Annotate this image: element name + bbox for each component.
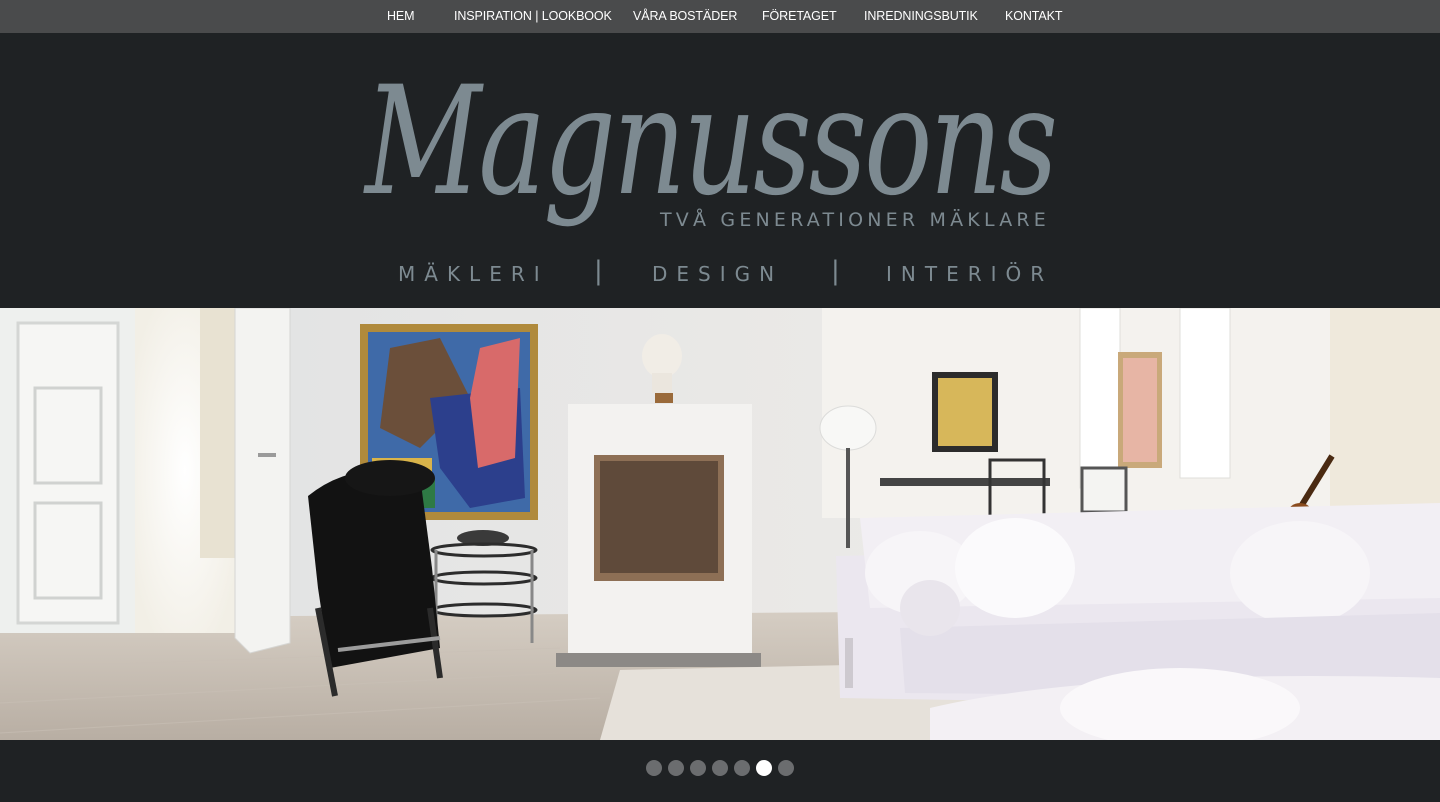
hero-slideshow [0,308,1440,740]
slide-dot-5[interactable] [734,760,750,776]
slide-dot-2[interactable] [668,760,684,776]
slide-dot-6-active[interactable] [756,760,772,776]
logo-service-makleri: MÄKLERI [398,262,549,286]
site-logo[interactable]: Magnussons TVÅ GENERATIONER MÄKLARE MÄKL… [360,33,1080,308]
slide-dot-4[interactable] [712,760,728,776]
logo-service-design: DESIGN [652,262,783,286]
nav-item-inredningsbutik[interactable]: INREDNINGSBUTIK [864,0,978,33]
nav-item-inspiration-lookbook[interactable]: INSPIRATION | LOOKBOOK [454,0,612,33]
slide-dot-1[interactable] [646,760,662,776]
logo-graphic: Magnussons TVÅ GENERATIONER MÄKLARE MÄKL… [363,55,1059,286]
slideshow-pagination [0,740,1440,802]
nav-item-foretaget[interactable]: FÖRETAGET [762,0,837,33]
nav-item-hem[interactable]: HEM [387,0,415,33]
logo-service-interior: INTERIÖR [886,262,1053,286]
logo-name: Magnussons [363,55,1055,229]
nav-item-kontakt[interactable]: KONTAKT [1005,0,1063,33]
logo-tagline: TVÅ GENERATIONER MÄKLARE [659,208,1050,231]
hero-image-living-room [0,308,1440,740]
logo-separator-1: | [594,256,603,286]
top-navigation: HEM INSPIRATION | LOOKBOOK VÅRA BOSTÄDER… [0,0,1440,33]
slide-dot-3[interactable] [690,760,706,776]
nav-item-vara-bostader[interactable]: VÅRA BOSTÄDER [633,0,737,33]
slide-dot-7[interactable] [778,760,794,776]
logo-separator-2: | [831,256,840,286]
